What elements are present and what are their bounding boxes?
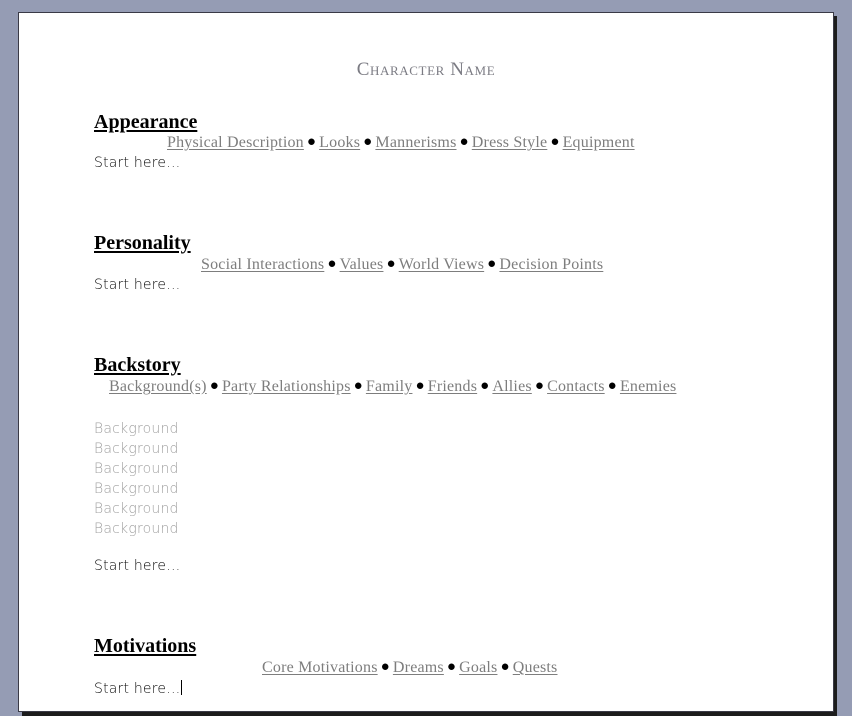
- background-placeholder-list: Background Background Background Backgro…: [94, 419, 179, 539]
- body-text-backstory[interactable]: Start here…: [94, 558, 180, 574]
- topic-list-appearance: Physical Description ● Looks ● Mannerisms ● Dr…: [167, 134, 635, 152]
- topic-separator: ●: [353, 378, 363, 394]
- topic-separator: ●: [363, 134, 373, 150]
- section-heading-motivations: Motivations: [94, 635, 197, 657]
- topic-world-views[interactable]: World Views: [399, 256, 484, 273]
- topic-separator: ●: [386, 256, 396, 272]
- topic-separator: ●: [306, 134, 317, 150]
- text-cursor-caret: [181, 680, 183, 695]
- topic-family[interactable]: Family: [366, 378, 413, 395]
- topic-contacts[interactable]: Contacts: [547, 378, 605, 395]
- topic-separator: ●: [459, 134, 469, 150]
- topic-separator: ●: [380, 659, 390, 675]
- topic-separator: ●: [415, 378, 425, 394]
- topic-backgrounds[interactable]: Background(s): [109, 378, 207, 395]
- list-item[interactable]: Background: [94, 519, 179, 539]
- topic-separator: ●: [607, 378, 617, 394]
- topic-quests[interactable]: Quests: [513, 659, 558, 676]
- page-content-area: Character Name Appearance Physical Descr…: [19, 13, 833, 711]
- body-text-motivations[interactable]: Start here…: [94, 680, 183, 697]
- page-title: Character Name: [356, 59, 496, 80]
- topic-mannerisms[interactable]: Mannerisms: [375, 134, 456, 151]
- list-item[interactable]: Background: [94, 439, 179, 459]
- topic-allies[interactable]: Allies: [492, 378, 531, 395]
- topic-separator: ●: [446, 659, 457, 675]
- section-heading-backstory: Backstory: [94, 354, 181, 376]
- topic-dress-style[interactable]: Dress Style: [472, 134, 548, 151]
- topic-enemies[interactable]: Enemies: [620, 378, 677, 395]
- topic-social-interactions[interactable]: Social Interactions: [201, 256, 324, 273]
- list-item[interactable]: Background: [94, 499, 179, 519]
- topic-list-personality: Social Interactions ● Values ● World Views ● D…: [201, 256, 603, 274]
- topic-separator: ●: [487, 256, 497, 272]
- topic-looks[interactable]: Looks: [319, 134, 360, 151]
- document-workspace: Character Name Appearance Physical Descr…: [0, 0, 852, 716]
- topic-equipment[interactable]: Equipment: [563, 134, 635, 151]
- list-item[interactable]: Background: [94, 479, 179, 499]
- topic-separator: ●: [534, 378, 545, 394]
- body-text-motivations-label: Start here…: [94, 681, 181, 697]
- section-heading-personality: Personality: [94, 232, 191, 254]
- topic-friends[interactable]: Friends: [428, 378, 477, 395]
- topic-party-relationships[interactable]: Party Relationships: [222, 378, 351, 395]
- topic-separator: ●: [550, 134, 560, 150]
- document-page[interactable]: Character Name Appearance Physical Descr…: [18, 12, 834, 712]
- topic-physical-description[interactable]: Physical Description: [167, 134, 304, 151]
- body-text-appearance[interactable]: Start here…: [94, 155, 180, 171]
- topic-list-backstory: Background(s) ● Party Relationships ● Family…: [109, 378, 676, 396]
- topic-dreams[interactable]: Dreams: [393, 659, 444, 676]
- topic-core-motivations[interactable]: Core Motivations: [262, 659, 378, 676]
- list-item[interactable]: Background: [94, 459, 179, 479]
- topic-decision-points[interactable]: Decision Points: [499, 256, 603, 273]
- topic-separator: ●: [327, 256, 337, 272]
- topic-values[interactable]: Values: [340, 256, 384, 273]
- body-text-personality[interactable]: Start here…: [94, 277, 180, 293]
- topic-separator: ●: [209, 378, 219, 394]
- topic-goals[interactable]: Goals: [459, 659, 497, 676]
- topic-separator: ●: [480, 378, 490, 394]
- section-heading-appearance: Appearance: [94, 111, 198, 133]
- topic-list-motivations: Core Motivations ● Dreams ● Goals ● Quests: [262, 659, 558, 677]
- list-item[interactable]: Background: [94, 419, 179, 439]
- topic-separator: ●: [500, 659, 510, 675]
